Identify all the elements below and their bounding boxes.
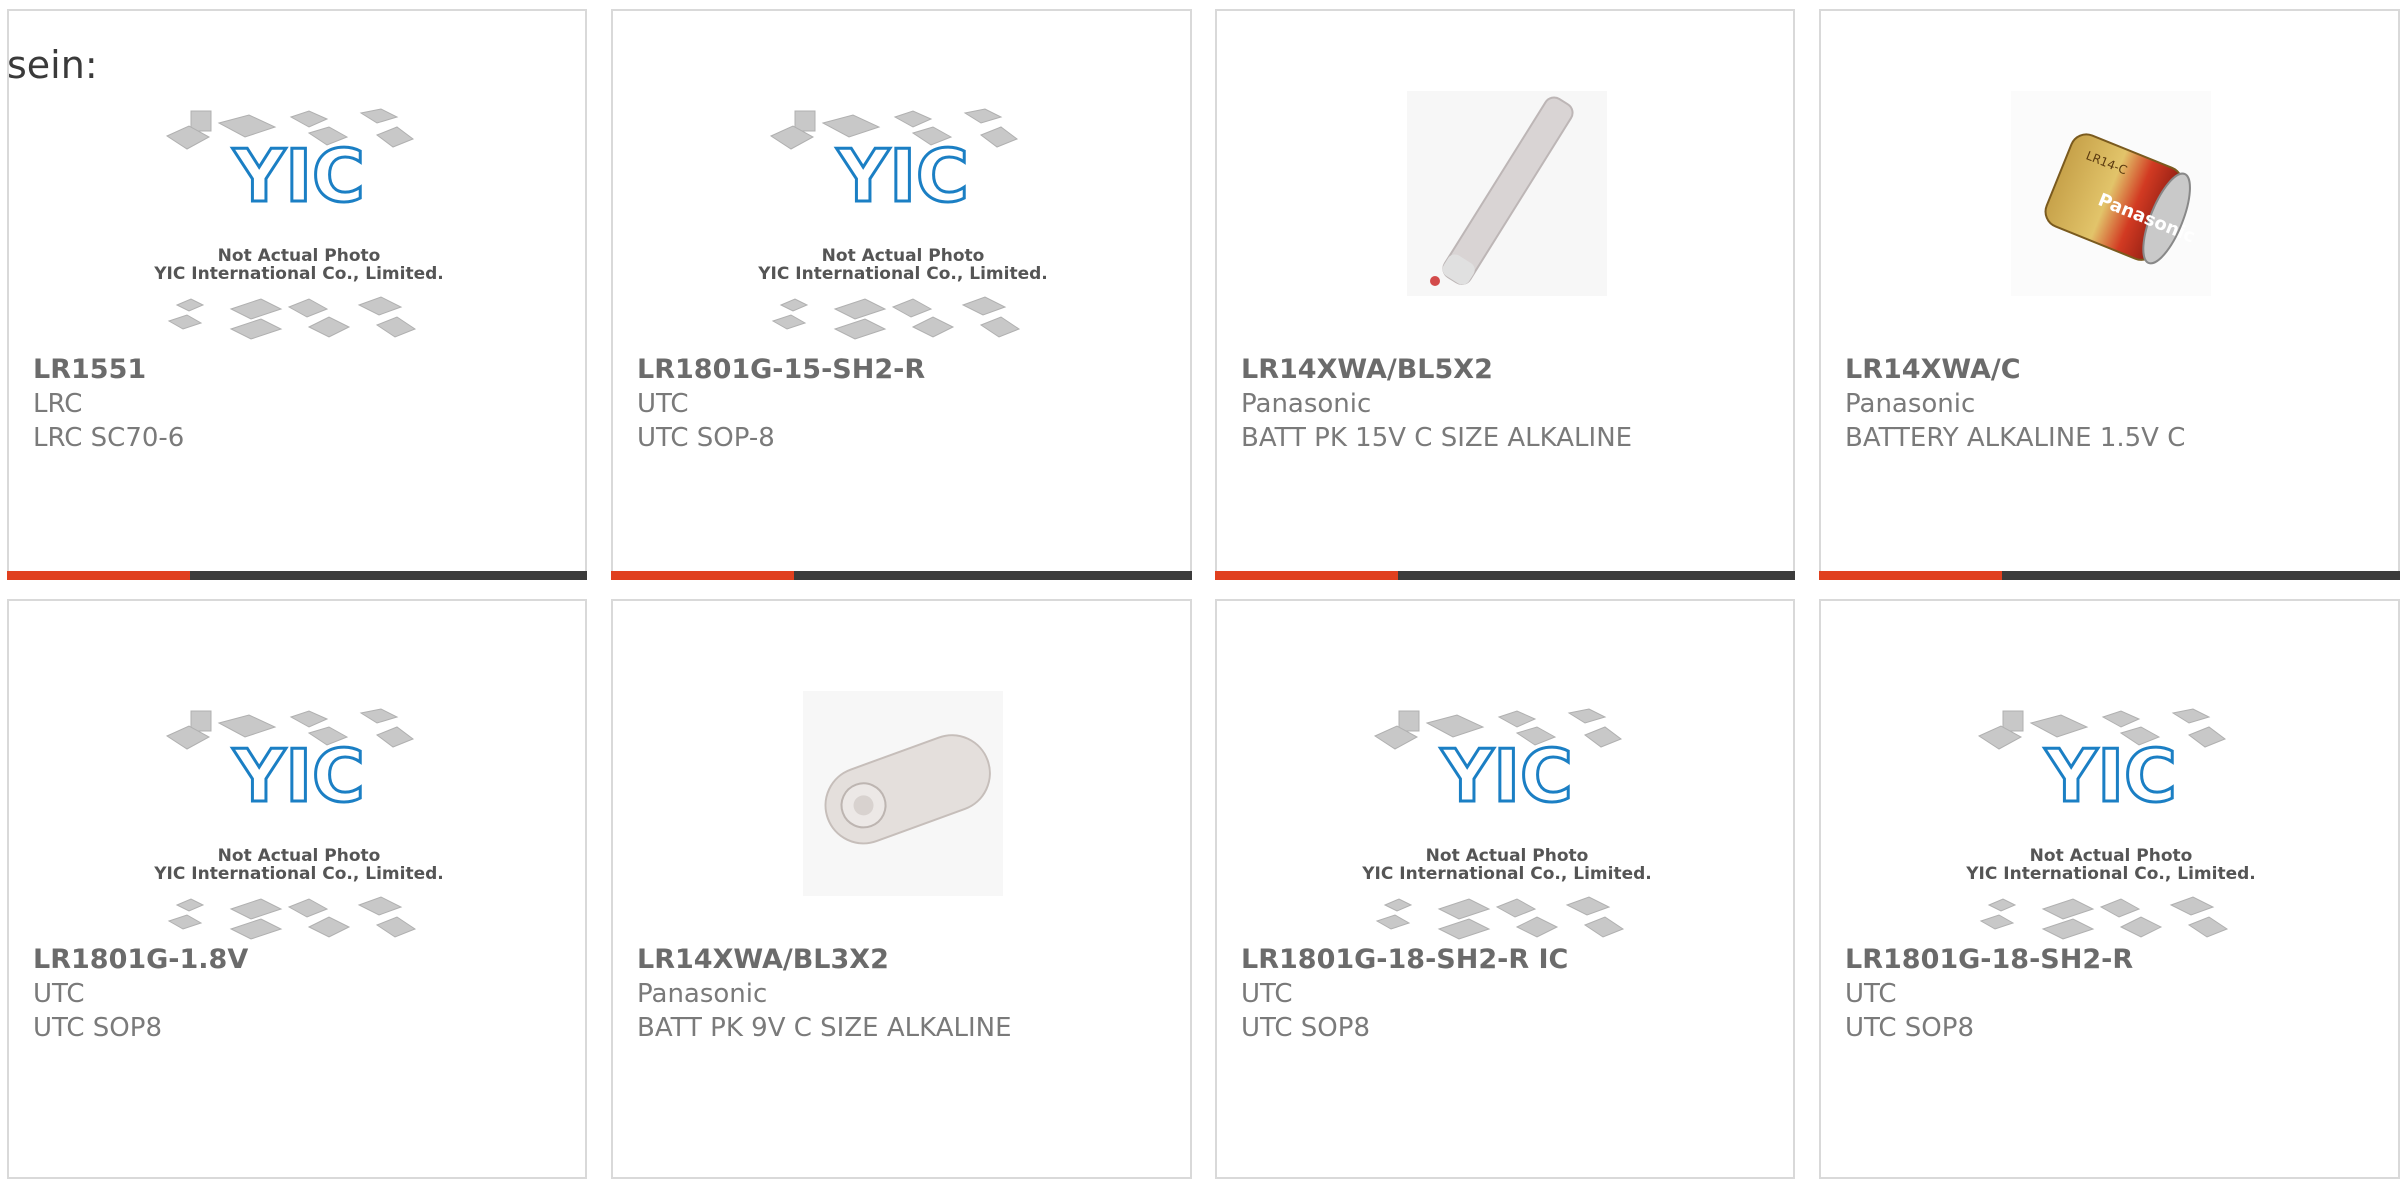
svg-text:YIC: YIC	[836, 134, 969, 218]
description: LRC SC70-6	[33, 423, 185, 453]
part-number[interactable]: LR1801G-1.8V	[33, 943, 248, 977]
svg-text:Not Actual Photo: Not Actual Photo	[2030, 846, 2193, 866]
product-card[interactable]: YIC Not Actual Photo YIC International C…	[1819, 599, 2400, 1179]
part-number[interactable]: LR14XWA/BL3X2	[637, 943, 1012, 977]
svg-text:Not Actual Photo: Not Actual Photo	[822, 246, 985, 266]
product-card[interactable]: Panasonic LR14-C LR14XWA/C Panasonic BAT…	[1819, 9, 2400, 580]
svg-text:Not Actual Photo: Not Actual Photo	[1426, 846, 1589, 866]
svg-text:YIC International Co., Limited: YIC International Co., Limited.	[153, 864, 444, 884]
svg-text:YIC International Co., Limited: YIC International Co., Limited.	[1361, 864, 1652, 884]
not-actual-photo-image: YIC Not Actual Photo YIC International C…	[1361, 708, 1652, 940]
svg-text:YIC: YIC	[1440, 734, 1573, 818]
part-number[interactable]: LR14XWA/C	[1845, 353, 2185, 387]
svg-text:YIC: YIC	[232, 134, 365, 218]
card-progress-accent	[7, 571, 190, 580]
part-number[interactable]: LR1801G-18-SH2-R IC	[1241, 943, 1568, 977]
part-number[interactable]: LR1551	[33, 353, 184, 387]
description: UTC SOP8	[1845, 1013, 1974, 1043]
manufacturer: UTC	[1845, 979, 1897, 1009]
not-actual-photo-image: YIC Not Actual Photo YIC International C…	[153, 708, 444, 940]
manufacturer: Panasonic	[637, 979, 768, 1009]
product-card[interactable]: LR14XWA/BL5X2 Panasonic BATT PK 15V C SI…	[1215, 9, 1795, 580]
not-actual-photo-image: YIC Not Actual Photo YIC International C…	[153, 108, 444, 340]
product-card[interactable]: YIC Not Actual Photo YIC International C…	[7, 9, 587, 580]
svg-text:YIC International Co., Limited: YIC International Co., Limited.	[153, 264, 444, 284]
manufacturer: LRC	[33, 389, 83, 419]
svg-text:YIC International Co., Limited: YIC International Co., Limited.	[1965, 864, 2256, 884]
product-card[interactable]: YIC Not Actual Photo YIC International C…	[1215, 599, 1795, 1179]
battery-pack-image	[803, 691, 1003, 896]
not-actual-photo-image: YIC Not Actual Photo YIC International C…	[757, 108, 1048, 340]
svg-text:YIC International Co., Limited: YIC International Co., Limited.	[757, 264, 1048, 284]
manufacturer: Panasonic	[1845, 389, 1976, 419]
card-progress-accent	[1819, 571, 2002, 580]
product-card[interactable]: LR14XWA/BL3X2 Panasonic BATT PK 9V C SIZ…	[611, 599, 1192, 1179]
card-progress-bar	[7, 571, 587, 580]
product-card[interactable]: YIC Not Actual Photo YIC International C…	[611, 9, 1192, 580]
card-progress-bar	[611, 571, 1192, 580]
part-number[interactable]: LR1801G-18-SH2-R	[1845, 943, 2133, 977]
description: BATT PK 9V C SIZE ALKALINE	[637, 1013, 1012, 1043]
svg-text:Not Actual Photo: Not Actual Photo	[218, 846, 381, 866]
description: UTC SOP8	[33, 1013, 162, 1043]
battery-c-cell-image: Panasonic LR14-C	[2011, 91, 2211, 296]
description: BATT PK 15V C SIZE ALKALINE	[1241, 423, 1633, 453]
card-progress-bar	[1215, 571, 1795, 580]
part-number[interactable]: LR14XWA/BL5X2	[1241, 353, 1632, 387]
manufacturer: Panasonic	[1241, 389, 1372, 419]
description: BATTERY ALKALINE 1.5V C	[1845, 423, 2186, 453]
manufacturer: UTC	[1241, 979, 1293, 1009]
card-progress-accent	[611, 571, 794, 580]
description: UTC SOP8	[1241, 1013, 1370, 1043]
description: UTC SOP-8	[637, 423, 775, 453]
svg-text:Not Actual Photo: Not Actual Photo	[218, 246, 381, 266]
svg-text:YIC: YIC	[2044, 734, 2177, 818]
manufacturer: UTC	[33, 979, 85, 1009]
part-number[interactable]: LR1801G-15-SH2-R	[637, 353, 925, 387]
svg-text:YIC: YIC	[232, 734, 365, 818]
manufacturer: UTC	[637, 389, 689, 419]
card-progress-bar	[1819, 571, 2400, 580]
product-card[interactable]: YIC Not Actual Photo YIC International C…	[7, 599, 587, 1179]
intro-label: sein:	[7, 43, 98, 87]
battery-stick-image	[1407, 91, 1607, 296]
not-actual-photo-image: YIC Not Actual Photo YIC International C…	[1965, 708, 2256, 940]
card-progress-accent	[1215, 571, 1398, 580]
